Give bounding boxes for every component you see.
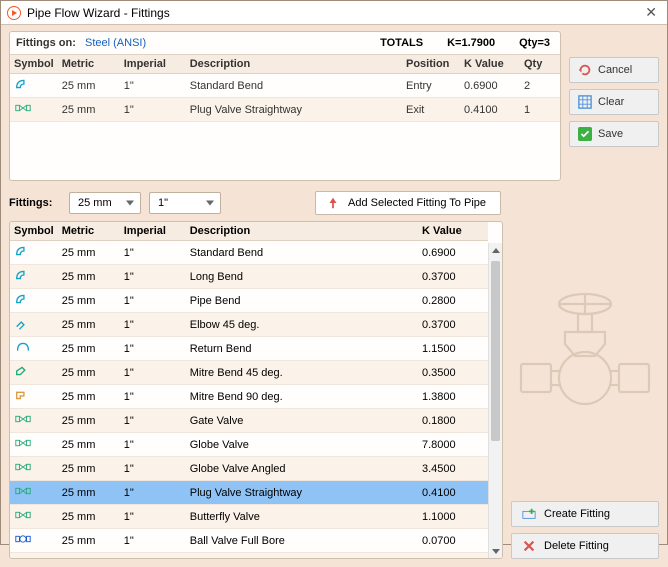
fittings-label: Fittings: (9, 197, 61, 209)
pipe-material: Steel (ANSI) (85, 37, 146, 49)
add-fitting-button[interactable]: Add Selected Fitting To Pipe (315, 191, 501, 215)
fitting-symbol-icon (10, 98, 58, 122)
table-row[interactable]: 25 mm1"Globe Valve Angled3.4500 (10, 457, 488, 481)
table-row[interactable]: 25 mm1"Globe Valve7.8000 (10, 433, 488, 457)
app-icon (7, 6, 21, 20)
check-icon (578, 127, 592, 141)
window-title: Pipe Flow Wizard - Fittings (27, 6, 170, 20)
col-metric: Metric (58, 55, 120, 74)
fitting-symbol-icon (10, 361, 58, 385)
fitting-symbol-icon (10, 553, 58, 559)
create-fitting-button[interactable]: Create Fitting (511, 501, 659, 527)
grid-icon (578, 95, 592, 109)
table-row[interactable]: 25 mm1"Elbow 45 deg.0.3700 (10, 313, 488, 337)
lib-col-metric: Metric (58, 222, 120, 241)
fitting-symbol-icon (10, 409, 58, 433)
table-row[interactable]: 25 mm1"Mitre Bend 45 deg.0.3500 (10, 361, 488, 385)
table-row[interactable]: 25 mm1"Standard BendEntry0.69002 (10, 74, 560, 98)
totals-k: K=1.7900 (447, 37, 495, 49)
table-row[interactable]: 25 mm1"Ball Valve Reduced Bore2.4000 (10, 553, 488, 559)
delete-fitting-button[interactable]: Delete Fitting (511, 533, 659, 559)
fitting-preview-image (511, 221, 659, 501)
fitting-symbol-icon (10, 241, 58, 265)
totals-qty: Qty=3 (519, 37, 550, 49)
fitting-symbol-icon (10, 433, 58, 457)
imperial-select[interactable]: 1" (149, 192, 221, 214)
fitting-symbol-icon (10, 505, 58, 529)
scrollbar[interactable] (488, 243, 502, 558)
col-k: K Value (460, 55, 520, 74)
col-symbol: Symbol (10, 55, 58, 74)
fitting-symbol-icon (10, 265, 58, 289)
undo-icon (578, 63, 592, 77)
fitting-symbol-icon (10, 385, 58, 409)
lib-col-imperial: Imperial (120, 222, 186, 241)
table-row[interactable]: 25 mm1"Gate Valve0.1800 (10, 409, 488, 433)
lib-col-desc: Description (186, 222, 418, 241)
fitting-symbol-icon (10, 529, 58, 553)
fitting-symbol-icon (10, 337, 58, 361)
fittings-on-panel: Fittings on: Steel (ANSI) TOTALS K=1.790… (9, 31, 561, 181)
plus-icon (522, 507, 536, 521)
fitting-symbol-icon (10, 457, 58, 481)
table-row[interactable]: 25 mm1"Mitre Bend 90 deg.1.3800 (10, 385, 488, 409)
table-row[interactable]: 25 mm1"Standard Bend0.6900 (10, 241, 488, 265)
scroll-up-icon[interactable] (489, 243, 502, 257)
fitting-symbol-icon (10, 74, 58, 98)
col-qty: Qty (520, 55, 560, 74)
close-icon[interactable]: ✕ (641, 4, 661, 21)
clear-button[interactable]: Clear (569, 89, 659, 115)
lib-col-k: K Value (418, 222, 488, 241)
save-button[interactable]: Save (569, 121, 659, 147)
arrow-up-icon (326, 196, 340, 210)
col-pos: Position (402, 55, 460, 74)
fittings-library-panel: Symbol Metric Imperial Description K Val… (9, 221, 503, 559)
cancel-button[interactable]: Cancel (569, 57, 659, 83)
table-row[interactable]: 25 mm1"Plug Valve StraightwayExit0.41001 (10, 98, 560, 122)
table-row[interactable]: 25 mm1"Long Bend0.3700 (10, 265, 488, 289)
metric-select[interactable]: 25 mm (69, 192, 141, 214)
titlebar: Pipe Flow Wizard - Fittings ✕ (1, 1, 667, 25)
lib-col-symbol: Symbol (10, 222, 58, 241)
table-row[interactable]: 25 mm1"Ball Valve Full Bore0.0700 (10, 529, 488, 553)
fittings-library-table: Symbol Metric Imperial Description K Val… (10, 222, 488, 558)
fitting-symbol-icon (10, 289, 58, 313)
scroll-thumb[interactable] (491, 261, 500, 441)
table-row[interactable]: 25 mm1"Return Bend1.1500 (10, 337, 488, 361)
totals-label: TOTALS (380, 37, 423, 49)
col-desc: Description (186, 55, 402, 74)
table-row[interactable]: 25 mm1"Pipe Bend0.2800 (10, 289, 488, 313)
scroll-down-icon[interactable] (489, 544, 502, 558)
fittings-on-table: Symbol Metric Imperial Description Posit… (10, 54, 560, 122)
fitting-symbol-icon (10, 481, 58, 505)
fitting-symbol-icon (10, 313, 58, 337)
delete-icon (522, 539, 536, 553)
fittings-on-label: Fittings on: (10, 37, 85, 49)
col-imperial: Imperial (120, 55, 186, 74)
table-row[interactable]: 25 mm1"Butterfly Valve1.1000 (10, 505, 488, 529)
table-row[interactable]: 25 mm1"Plug Valve Straightway0.4100 (10, 481, 488, 505)
